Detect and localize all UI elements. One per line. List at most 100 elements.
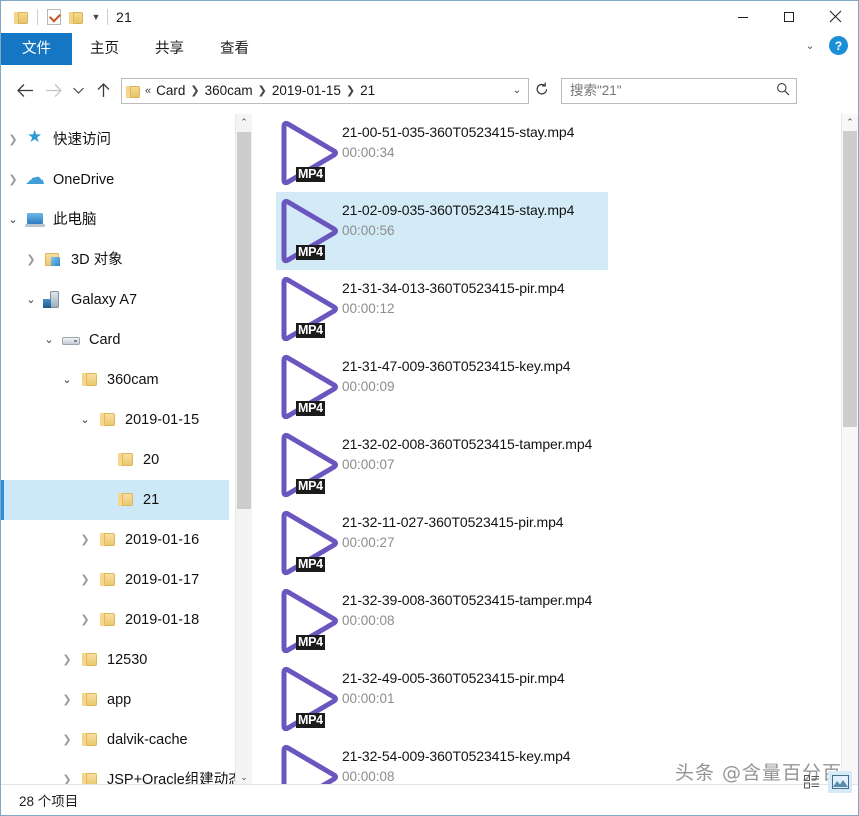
sidebar-item-onedrive[interactable]: ❯OneDrive: [1, 160, 229, 200]
chevron-down-icon[interactable]: ⌄: [1, 215, 25, 226]
sidebar-item-[interactable]: ❯ 快速访问: [1, 120, 229, 160]
file-list-item[interactable]: MP421-32-11-027-360T0523415-pir.mp400:00…: [276, 504, 608, 582]
refresh-button[interactable]: [529, 82, 555, 100]
mp4-video-icon: MP4: [276, 350, 342, 424]
chevron-down-icon[interactable]: ⌄: [55, 375, 79, 386]
recent-locations-button[interactable]: [67, 75, 89, 107]
sidebar-item-2019-01-16[interactable]: ❯ 2019-01-16: [1, 520, 229, 560]
tab-home[interactable]: 主页: [72, 33, 137, 65]
sidebar-item-jsp-oracle[interactable]: ❯JSP+Oracle组建动态网: [1, 760, 229, 786]
chevron-down-icon[interactable]: ⌄: [73, 415, 97, 426]
scroll-up-icon[interactable]: ⌃: [842, 114, 858, 131]
tab-view[interactable]: 查看: [202, 33, 267, 65]
sidebar-item-label: 3D 对象: [71, 253, 123, 268]
maximize-button[interactable]: [766, 1, 812, 32]
properties-button[interactable]: [43, 6, 65, 28]
file-type-badge: MP4: [296, 167, 325, 182]
chevron-right-icon[interactable]: ❯: [55, 695, 79, 706]
tab-share[interactable]: 共享: [137, 33, 202, 65]
sidebar-item-2019-01-17[interactable]: ❯2019-01-17: [1, 560, 229, 600]
sidebar-item-label: 360cam: [107, 373, 159, 388]
breadcrumb-overflow[interactable]: «: [143, 85, 153, 97]
breadcrumb-chevron-icon[interactable]: ❯: [344, 84, 357, 97]
file-meta: 21-32-02-008-360T0523415-tamper.mp400:00…: [342, 426, 608, 475]
chevron-right-icon[interactable]: ❯: [73, 535, 97, 546]
search-box[interactable]: [561, 78, 797, 104]
back-button[interactable]: [11, 75, 39, 107]
star-icon: [25, 131, 47, 149]
breadcrumb-chevron-icon[interactable]: ❯: [256, 84, 269, 97]
file-list-item[interactable]: MP421-32-39-008-360T0523415-tamper.mp400…: [276, 582, 608, 660]
chevron-right-icon[interactable]: ❯: [55, 735, 79, 746]
folder-icon: [79, 691, 101, 709]
sidebar-item-2019-01-15[interactable]: ⌄2019-01-15: [1, 400, 229, 440]
sidebar-item-360cam[interactable]: ⌄ 360cam: [1, 360, 229, 400]
file-list-item[interactable]: MP421-32-49-005-360T0523415-pir.mp400:00…: [276, 660, 608, 738]
breadcrumb-chevron-icon[interactable]: ❯: [188, 84, 201, 97]
navigation-scrollbar-thumb[interactable]: [237, 132, 251, 509]
chevron-down-icon[interactable]: ⌄: [799, 39, 821, 52]
sidebar-item-2019-01-18[interactable]: ❯ 2019-01-18: [1, 600, 229, 640]
file-list-scrollbar[interactable]: ⌃ ⌄: [841, 114, 858, 786]
minimize-button[interactable]: [720, 1, 766, 32]
details-view-button[interactable]: [800, 771, 824, 793]
customize-qat-button[interactable]: ▼: [87, 1, 105, 33]
chevron-down-icon[interactable]: ⌄: [37, 335, 61, 346]
sidebar-item-card[interactable]: ⌄Card: [1, 320, 229, 360]
sidebar-item-21[interactable]: 21: [1, 480, 229, 520]
close-button[interactable]: [812, 1, 858, 32]
sidebar-item-app[interactable]: ❯app: [1, 680, 229, 720]
file-list-item[interactable]: MP421-00-51-035-360T0523415-stay.mp400:0…: [276, 114, 608, 192]
chevron-right-icon[interactable]: ❯: [1, 175, 25, 186]
file-duration: 00:00:27: [342, 533, 608, 553]
folder-icon: [115, 451, 137, 469]
breadcrumb-item-date[interactable]: 2019-01-15: [269, 83, 344, 98]
cloud-icon: [25, 171, 47, 189]
sidebar-item-label: 快速访问: [53, 133, 111, 148]
folder-icon: [14, 11, 29, 24]
address-dropdown-icon[interactable]: ⌄: [506, 85, 528, 96]
file-type-badge: MP4: [296, 557, 325, 572]
file-list-item[interactable]: MP421-02-09-035-360T0523415-stay.mp400:0…: [276, 192, 608, 270]
file-list-item[interactable]: MP421-31-34-013-360T0523415-pir.mp400:00…: [276, 270, 608, 348]
sidebar-item-20[interactable]: 20: [1, 440, 229, 480]
scroll-up-icon[interactable]: ⌃: [236, 114, 252, 131]
file-list-item[interactable]: MP421-31-47-009-360T0523415-key.mp400:00…: [276, 348, 608, 426]
chevron-right-icon[interactable]: ❯: [19, 255, 43, 266]
sidebar-item-label: dalvik-cache: [107, 733, 188, 748]
mp4-video-icon: MP4: [276, 584, 342, 658]
forward-button[interactable]: [39, 75, 67, 107]
file-meta: 21-32-39-008-360T0523415-tamper.mp400:00…: [342, 582, 608, 631]
address-bar[interactable]: « Card ❯ 360cam ❯ 2019-01-15 ❯ 21 ⌄: [121, 78, 529, 104]
file-list-item[interactable]: MP421-32-54-009-360T0523415-key.mp400:00…: [276, 738, 608, 786]
chevron-right-icon[interactable]: ❯: [73, 575, 97, 586]
search-icon[interactable]: [776, 82, 790, 99]
navigation-scrollbar[interactable]: ⌃ ⌄: [235, 114, 252, 786]
sidebar-item-label: 2019-01-18: [125, 613, 199, 628]
sidebar-item-label: 2019-01-16: [125, 533, 199, 548]
up-button[interactable]: [89, 75, 117, 107]
chevron-right-icon[interactable]: ❯: [73, 615, 97, 626]
file-list-scrollbar-thumb[interactable]: [843, 131, 857, 427]
chevron-down-icon[interactable]: ⌄: [19, 295, 43, 306]
pin-folder-button[interactable]: [10, 6, 32, 28]
sidebar-item-dalvik-cache[interactable]: ❯ dalvik-cache: [1, 720, 229, 760]
sidebar-item-[interactable]: ⌄此电脑: [1, 200, 229, 240]
breadcrumb-item-360cam[interactable]: 360cam: [202, 83, 256, 98]
search-input[interactable]: [570, 83, 776, 98]
chevron-right-icon[interactable]: ❯: [55, 655, 79, 666]
new-folder-button[interactable]: [65, 6, 87, 28]
sidebar-item-12530[interactable]: ❯12530: [1, 640, 229, 680]
breadcrumb-item-card[interactable]: Card: [153, 83, 188, 98]
sidebar-item-3d[interactable]: ❯ 3D 对象: [1, 240, 229, 280]
help-button[interactable]: ?: [829, 36, 848, 55]
ribbon-tabs: 文件 主页 共享 查看: [1, 33, 858, 67]
mp4-video-icon: MP4: [276, 506, 342, 580]
file-list-item[interactable]: MP421-32-02-008-360T0523415-tamper.mp400…: [276, 426, 608, 504]
chevron-right-icon[interactable]: ❯: [1, 135, 25, 146]
sidebar-item-galaxy-a7[interactable]: ⌄Galaxy A7: [1, 280, 229, 320]
tab-file[interactable]: 文件: [1, 33, 72, 65]
folder-icon: [79, 731, 101, 749]
large-icons-view-button[interactable]: [828, 771, 852, 793]
breadcrumb-item-21[interactable]: 21: [357, 83, 378, 98]
